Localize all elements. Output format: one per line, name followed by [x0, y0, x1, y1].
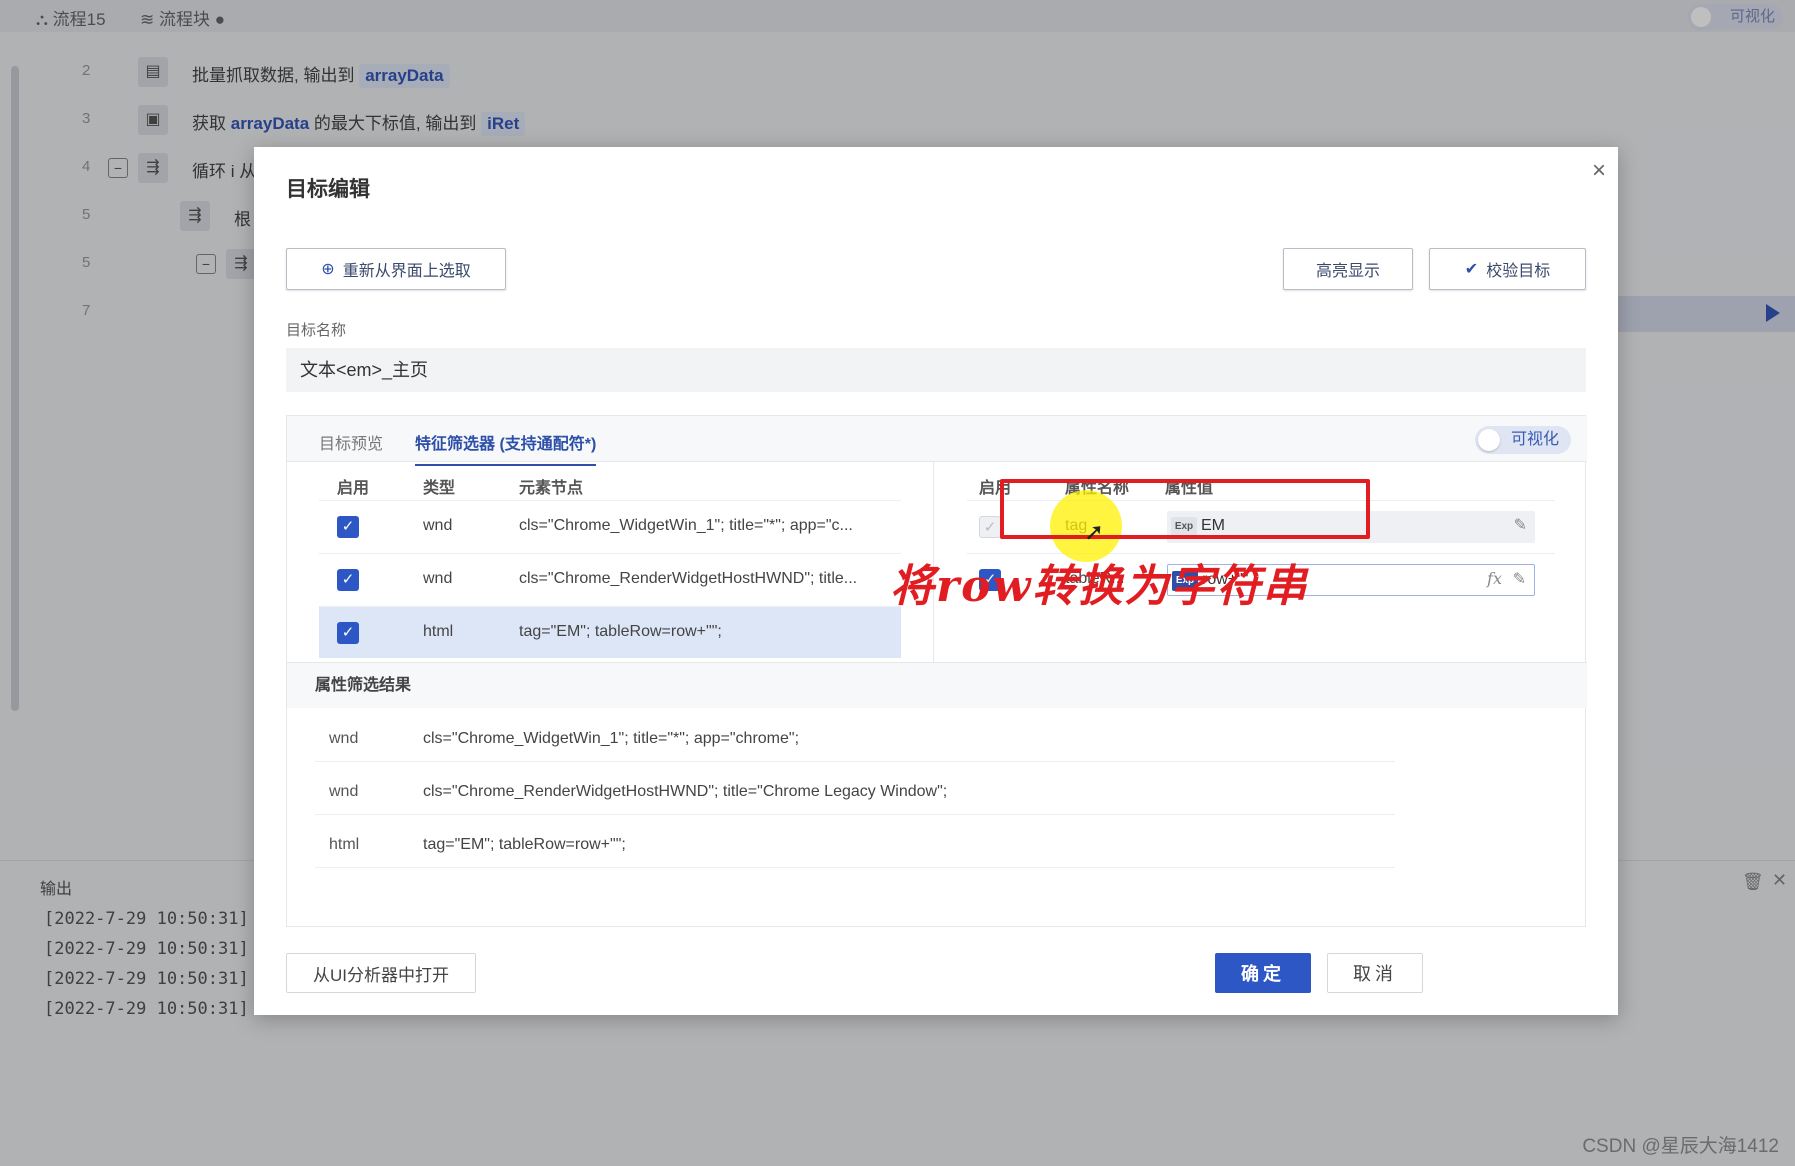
ok-button[interactable]: 确定: [1215, 953, 1311, 993]
dialog-title: 目标编辑: [286, 178, 370, 201]
edit-icon[interactable]: ✎: [1513, 569, 1526, 589]
close-icon[interactable]: ×: [1592, 157, 1606, 185]
enable-checkbox[interactable]: ✓: [337, 569, 359, 591]
check-circle-icon: ✔: [1464, 261, 1479, 278]
node-value: cls="Chrome_WidgetWin_1"; title="*"; app…: [519, 517, 853, 534]
result-type: html: [329, 836, 360, 853]
mouse-cursor-icon: ➚: [1084, 519, 1105, 546]
col-header-type: 类型: [423, 480, 456, 497]
table-row-selected[interactable]: ✓ html tag="EM"; tableRow=row+"";: [319, 606, 901, 658]
node-type: html: [423, 623, 454, 640]
col-header-node: 元素节点: [519, 480, 584, 497]
result-type: wnd: [329, 783, 359, 800]
reselect-button-label: 重新从界面上选取: [342, 263, 471, 280]
result-type: wnd: [329, 730, 359, 747]
target-name-field[interactable]: 文本<em>_主页: [286, 348, 1586, 392]
result-value: cls="Chrome_RenderWidgetHostHWND"; title…: [423, 783, 948, 800]
result-row: wnd cls="Chrome_RenderWidgetHostHWND"; t…: [315, 769, 1395, 815]
enable-checkbox[interactable]: ✓: [337, 516, 359, 538]
target-name-label: 目标名称: [286, 322, 347, 339]
col-header-enable: 启用: [337, 480, 370, 497]
node-value: tag="EM"; tableRow=row+"";: [519, 623, 722, 640]
table-row[interactable]: ✓ wnd cls="Chrome_RenderWidgetHostHWND";…: [319, 553, 901, 605]
open-ui-analyzer-button[interactable]: 从UI分析器中打开: [286, 953, 476, 993]
tab-target-preview[interactable]: 目标预览: [319, 430, 383, 454]
result-row: html tag="EM"; tableRow=row+"";: [315, 822, 1395, 868]
filter-result-title: 属性筛选结果: [287, 662, 1587, 708]
verify-button-label: 校验目标: [1486, 263, 1551, 280]
table-row[interactable]: ✓ wnd cls="Chrome_WidgetWin_1"; title="*…: [319, 500, 901, 552]
panel-tab-bar: 目标预览 特征筛选器 (支持通配符*) 可视化: [287, 416, 1587, 466]
result-value: cls="Chrome_WidgetWin_1"; title="*"; app…: [423, 730, 800, 747]
enable-checkbox[interactable]: ✓: [337, 622, 359, 644]
edit-icon[interactable]: ✎: [1514, 515, 1527, 535]
fx-icon[interactable]: fx: [1487, 569, 1502, 588]
watermark: CSDN @星辰大海1412: [1582, 1136, 1779, 1157]
verify-target-button[interactable]: ✔ 校验目标: [1429, 248, 1586, 290]
reselect-button[interactable]: ⊕ 重新从界面上选取: [286, 248, 506, 290]
filter-panel: 目标预览 特征筛选器 (支持通配符*) 可视化 启用 类型 元素节点 ✓ wnd…: [286, 415, 1587, 927]
result-row: wnd cls="Chrome_WidgetWin_1"; title="*";…: [315, 716, 1395, 762]
node-type: wnd: [423, 517, 453, 534]
highlight-button-label: 高亮显示: [1315, 263, 1380, 280]
node-value: cls="Chrome_RenderWidgetHostHWND"; title…: [519, 570, 858, 587]
highlight-button[interactable]: 高亮显示: [1283, 248, 1413, 290]
visualize-toggle[interactable]: 可视化: [1475, 426, 1571, 454]
annotation-box: [1000, 479, 1370, 539]
tab-feature-filter[interactable]: 特征筛选器 (支持通配符*): [415, 430, 597, 466]
annotation-text: 将row转换为字符串: [890, 561, 1309, 612]
result-value: tag="EM"; tableRow=row+"";: [423, 836, 626, 853]
node-type: wnd: [423, 570, 453, 587]
enable-checkbox-disabled: ✓: [979, 516, 1001, 538]
crosshair-icon: ⊕: [321, 261, 335, 278]
cancel-button[interactable]: 取消: [1327, 953, 1423, 993]
